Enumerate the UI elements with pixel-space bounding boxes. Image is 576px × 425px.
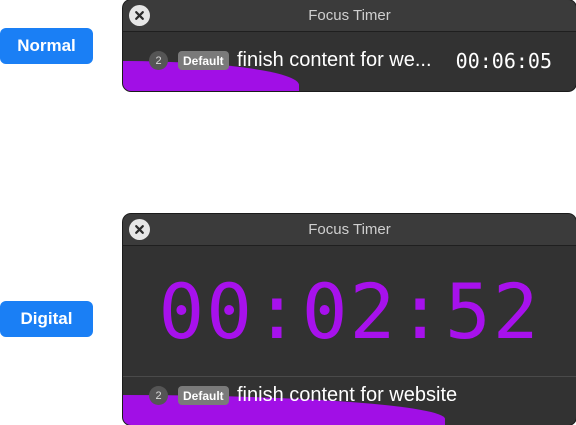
task-row[interactable]: 2 Default finish content for website (123, 366, 576, 425)
title-bar[interactable]: Focus Timer (123, 0, 576, 32)
normal-timer-window: Focus Timer 2 Default finish content for… (123, 0, 576, 91)
task-name: finish content for website (237, 384, 458, 406)
digital-display: 00:02:52 (123, 246, 576, 376)
digital-timer: 00:02:52 (158, 266, 541, 356)
title-bar[interactable]: Focus Timer (123, 214, 576, 246)
pomodoro-count-badge: 2 (149, 386, 168, 405)
window-title: Focus Timer (308, 221, 391, 238)
list-badge: Default (178, 51, 229, 70)
normal-mode-label[interactable]: Normal (0, 28, 93, 64)
window-title: Focus Timer (308, 7, 391, 24)
digital-mode-label[interactable]: Digital (0, 301, 93, 337)
pomodoro-count-badge: 2 (149, 51, 168, 70)
close-icon[interactable] (129, 5, 150, 26)
digital-timer-window: Focus Timer 00:02:52 2 Default finish co… (123, 214, 576, 425)
close-icon[interactable] (129, 219, 150, 240)
task-name: finish content for we... (237, 49, 432, 71)
task-timer: 00:06:05 (455, 49, 552, 73)
task-row[interactable]: 2 Default finish content for we... 00:06… (123, 32, 576, 91)
list-badge: Default (178, 386, 229, 405)
